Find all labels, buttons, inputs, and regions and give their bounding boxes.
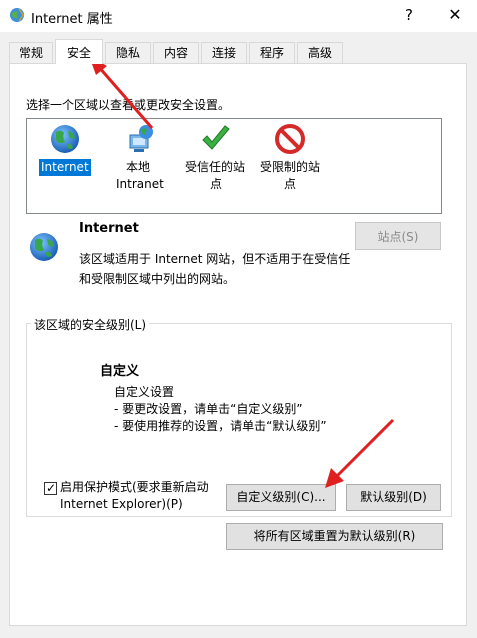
globe-icon [51, 125, 79, 153]
zone-label-restricted-2: 点 [284, 177, 297, 191]
reset-all-zones-button[interactable]: 将所有区域重置为默认级别(R) [226, 523, 443, 550]
default-level-button[interactable]: 默认级别(D) [346, 484, 441, 511]
zone-label-intranet-1: 本地 [126, 160, 151, 174]
protected-mode-label-line: 启用保护模式(要求重新启动 [60, 480, 209, 494]
zone-instruction: 选择一个区域以查看或更改安全设置。 [26, 98, 231, 112]
zone-list: Internet 本地 Intranet 受信任的站 点 受限制的站 点 [26, 118, 442, 214]
protected-mode-label-line: Internet Explorer)(P) [60, 497, 183, 511]
close-button[interactable]: ✕ [444, 4, 466, 26]
tab-programs[interactable]: 程序 [249, 42, 295, 63]
security-level-legend: 该区域的安全级别(L) [31, 316, 150, 333]
zone-description-line: 该区域适用于 Internet 网站，但不适用于在受信任 [79, 252, 351, 266]
zone-label-intranet-2: Intranet [116, 177, 164, 191]
globe-icon [30, 233, 58, 261]
zone-label-restricted-1: 受限制的站 [260, 160, 321, 174]
tab-general[interactable]: 常规 [9, 42, 53, 63]
help-button[interactable]: ? [398, 4, 420, 26]
zone-label-trusted-1: 受信任的站 [185, 160, 246, 174]
internet-options-icon [10, 8, 24, 22]
tab-advanced[interactable]: 高级 [297, 42, 343, 63]
title-bar: Internet 属性 ? ✕ [0, 0, 477, 32]
checkmark-icon [202, 125, 230, 150]
custom-level-button[interactable]: 自定义级别(C)... [226, 484, 336, 511]
tab-security[interactable]: 安全 [55, 39, 103, 64]
local-intranet-icon [129, 125, 153, 152]
custom-line: - 要使用推荐的设置，请单击“默认级别” [114, 419, 327, 433]
tab-privacy[interactable]: 隐私 [105, 42, 151, 63]
custom-level-description: 自定义设置 - 要更改设置，请单击“自定义级别” - 要使用推荐的设置，请单击“… [114, 384, 327, 435]
zone-label-internet: Internet [39, 159, 91, 176]
zone-description-line: 和受限制区域中列出的网站。 [79, 272, 236, 286]
custom-level-title: 自定义 [100, 364, 140, 379]
tab-content[interactable]: 内容 [153, 42, 199, 63]
zone-label-trusted-2: 点 [210, 177, 223, 191]
custom-line: 自定义设置 [114, 385, 175, 399]
checkmark-icon: ✓ [46, 481, 57, 495]
window-title: Internet 属性 [31, 12, 113, 27]
sites-button[interactable]: 站点(S) [355, 222, 441, 250]
zone-title: Internet [79, 221, 139, 236]
zone-description: 该区域适用于 Internet 网站，但不适用于在受信任 和受限制区域中列出的网… [79, 249, 354, 289]
protected-mode-checkbox[interactable]: ✓ [44, 481, 57, 495]
tab-connections[interactable]: 连接 [201, 42, 247, 63]
custom-line: - 要更改设置，请单击“自定义级别” [114, 402, 303, 416]
no-entry-icon [275, 124, 305, 154]
protected-mode-label[interactable]: 启用保护模式(要求重新启动 Internet Explorer)(P) [60, 479, 209, 513]
